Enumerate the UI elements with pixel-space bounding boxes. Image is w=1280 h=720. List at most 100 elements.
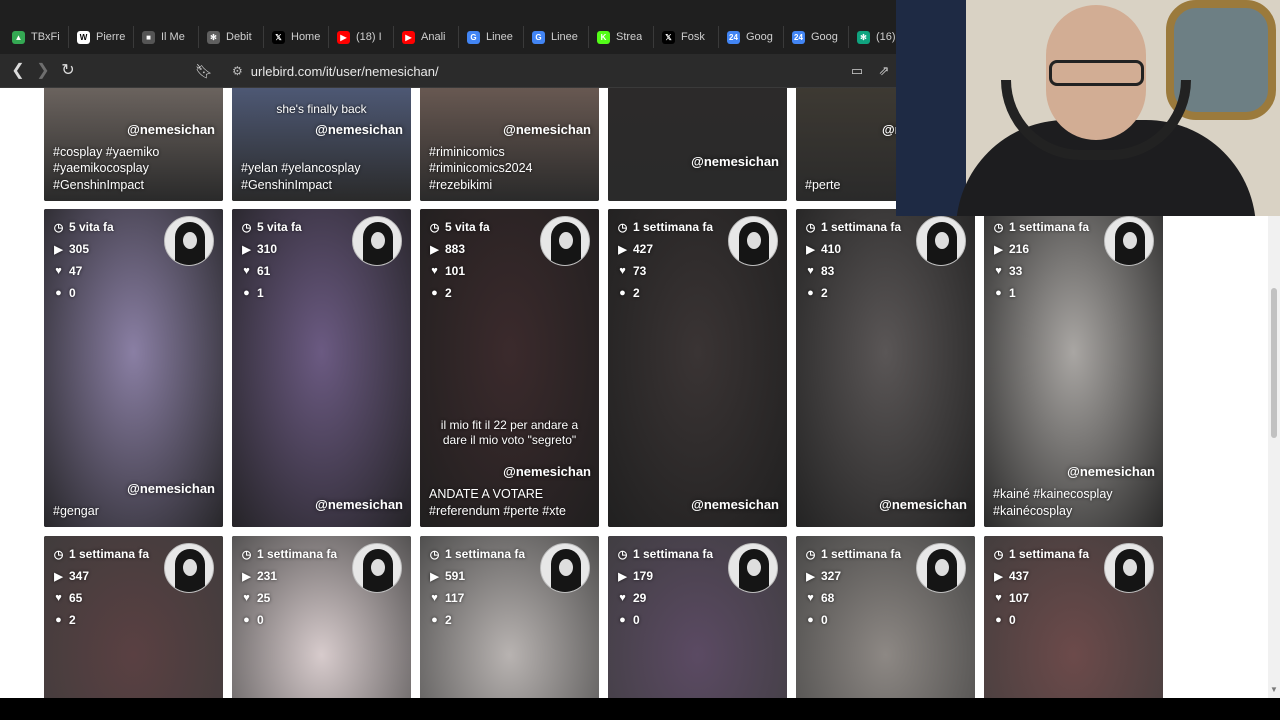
address-bar[interactable]: ⚙︎ urlebird.com/it/user/nemesichan/ <box>222 59 902 83</box>
video-caption: ANDATE A VOTARE <box>429 487 544 501</box>
youtube-icon: ▶ <box>402 30 415 44</box>
author-handle[interactable]: @nemesichan <box>691 497 779 512</box>
browser-tab[interactable]: ✻ Debit <box>199 26 264 48</box>
profile-avatar[interactable] <box>728 543 778 593</box>
clock-icon: ◷ <box>429 548 440 561</box>
video-card[interactable]: ◷ 5 vita fa ▶ 883 ♥ 101 ● 2 il mio fit il 22 per… <box>420 209 599 527</box>
profile-avatar[interactable] <box>352 216 402 266</box>
video-card[interactable]: she's finally back @nemesichan #yelan #yel… <box>232 88 411 201</box>
browser-tab[interactable]: K Strea <box>589 26 654 48</box>
browser-tab[interactable]: ▲ TBxFi <box>4 26 69 48</box>
forward-arrow-icon[interactable]: ❯ <box>32 60 54 82</box>
video-card[interactable]: ◷ 1 settimana fa ▶ 591 ♥ 117 ● 2 <box>420 536 599 698</box>
video-card[interactable]: ◷ 1 settimana fa ▶ 231 ♥ 25 ● 0 <box>232 536 411 698</box>
stat-comments: ● 2 <box>805 286 828 300</box>
avatar-face <box>559 559 573 576</box>
play-icon: ▶ <box>618 570 627 583</box>
profile-avatar[interactable] <box>164 216 214 266</box>
video-card[interactable]: ◷ 1 settimana fa ▶ 347 ♥ 65 ● 2 <box>44 536 223 698</box>
author-handle[interactable]: @nemesichan <box>127 122 215 137</box>
tab-label: Fosk <box>681 31 705 43</box>
like-count: 29 <box>633 591 647 605</box>
browser-tab[interactable]: ■ Il Me <box>134 26 199 48</box>
video-card[interactable]: ◷ 1 settimana fa ▶ 179 ♥ 29 ● 0 <box>608 536 787 698</box>
video-time: 5 vita fa <box>69 220 114 234</box>
scroll-down-icon[interactable]: ▼ <box>1268 684 1280 696</box>
stat-time: ◷ 5 vita fa <box>429 220 490 234</box>
stat-time: ◷ 1 settimana fa <box>617 547 713 561</box>
author-handle[interactable]: @nemesichan <box>879 497 967 512</box>
profile-avatar[interactable] <box>540 543 590 593</box>
browser-tab[interactable]: 24 Goog <box>719 26 784 48</box>
profile-avatar[interactable] <box>164 543 214 593</box>
video-caption: #cosplay #yaemiko <box>53 144 160 159</box>
profile-avatar[interactable] <box>728 216 778 266</box>
bookmark-icon[interactable]: 🔖︎ <box>193 60 215 82</box>
stat-views: ▶ 216 <box>993 242 1029 256</box>
profile-avatar[interactable] <box>1104 216 1154 266</box>
like-count: 33 <box>1009 264 1023 278</box>
bottom-bar <box>0 698 1280 720</box>
video-card[interactable]: @nemesichan <box>608 88 787 201</box>
browser-tab[interactable]: 24 Goog <box>784 26 849 48</box>
browser-tab[interactable]: W Pierre <box>69 26 134 48</box>
stat-likes: ♥ 117 <box>429 591 464 605</box>
stat-likes: ♥ 68 <box>805 591 834 605</box>
browser-tab[interactable]: G Linee <box>524 26 589 48</box>
like-count: 117 <box>445 591 465 605</box>
video-time: 1 settimana fa <box>257 547 338 561</box>
profile-avatar[interactable] <box>916 216 966 266</box>
browser-tab[interactable]: G Linee <box>459 26 524 48</box>
author-handle[interactable]: @nemesichan <box>315 497 403 512</box>
heart-icon: ♥ <box>431 265 438 277</box>
back-arrow-icon[interactable]: ❮ <box>7 60 29 82</box>
heart-icon: ♥ <box>55 265 62 277</box>
tab-label: Il Me <box>161 31 185 43</box>
video-card[interactable]: @nemesichan #cosplay #yaemiko #yaemikocosp… <box>44 88 223 201</box>
url-text: urlebird.com/it/user/nemesichan/ <box>250 63 439 79</box>
stat-comments: ● 2 <box>53 613 76 627</box>
video-card[interactable]: ◷ 1 settimana fa ▶ 427 ♥ 73 ● 2 @nemesichan <box>608 209 787 527</box>
youtube-icon: ▶ <box>337 30 350 44</box>
comment-icon: ● <box>431 614 438 626</box>
profile-avatar[interactable] <box>540 216 590 266</box>
video-card[interactable]: ◷ 5 vita fa ▶ 310 ♥ 61 ● 1 @nemesichan <box>232 209 411 527</box>
play-icon: ▶ <box>54 243 63 256</box>
browser-tab[interactable]: 𝕏 Home <box>264 26 329 48</box>
video-card[interactable]: ◷ 5 vita fa ▶ 305 ♥ 47 ● 0 @nemesichan #gengar <box>44 209 223 527</box>
stat-views: ▶ 591 <box>429 569 465 583</box>
share-icon[interactable]: ⇗ <box>874 61 894 81</box>
stat-views: ▶ 437 <box>993 569 1029 583</box>
browser-tab[interactable]: ▶ Anali <box>394 26 459 48</box>
video-card[interactable]: @nemesichan #riminicomics #riminicomics202… <box>420 88 599 201</box>
video-card[interactable]: ◷ 1 settimana fa ▶ 327 ♥ 68 ● 0 <box>796 536 975 698</box>
video-card[interactable]: ◷ 1 settimana fa ▶ 216 ♥ 33 ● 1 @nemesichan #kain… <box>984 209 1163 527</box>
profile-avatar[interactable] <box>916 543 966 593</box>
like-count: 107 <box>1009 591 1030 605</box>
profile-avatar[interactable] <box>1104 543 1154 593</box>
browser-tab[interactable]: ▶ (18) I <box>329 26 394 48</box>
browser-tab[interactable]: 𝕏 Fosk <box>654 26 719 48</box>
reload-icon[interactable]: ↻ <box>57 60 79 82</box>
author-handle[interactable]: @nemesichan <box>315 122 403 137</box>
site-info-icon[interactable]: ⚙︎ <box>232 64 243 78</box>
author-handle[interactable]: @nemesichan <box>127 481 215 496</box>
video-caption: #GenshinImpact <box>53 177 145 192</box>
profile-avatar[interactable] <box>352 543 402 593</box>
video-card[interactable]: ◷ 1 settimana fa ▶ 410 ♥ 83 ● 2 @nemesichan <box>796 209 975 527</box>
author-handle[interactable]: @nemesichan <box>503 122 591 137</box>
comment-count: 1 <box>257 286 264 300</box>
author-handle[interactable]: @nemesichan <box>1067 464 1155 479</box>
stat-likes: ♥ 65 <box>53 591 82 605</box>
video-card[interactable]: ◷ 1 settimana fa ▶ 437 ♥ 107 ● 0 <box>984 536 1163 698</box>
author-handle[interactable]: @nemesichan <box>503 464 591 479</box>
install-app-icon[interactable]: ▭ <box>847 61 867 81</box>
view-count: 410 <box>821 242 842 256</box>
author-handle[interactable]: @nemesichan <box>691 154 779 169</box>
like-count: 101 <box>445 264 466 278</box>
scrollbar-thumb[interactable] <box>1271 288 1277 438</box>
video-caption: #kainécosplay <box>993 503 1073 518</box>
play-icon: ▶ <box>806 243 815 256</box>
stat-comments: ● 0 <box>805 613 828 627</box>
video-row-top: @nemesichan #cosplay #yaemiko #yaemikocosp… <box>44 88 975 201</box>
